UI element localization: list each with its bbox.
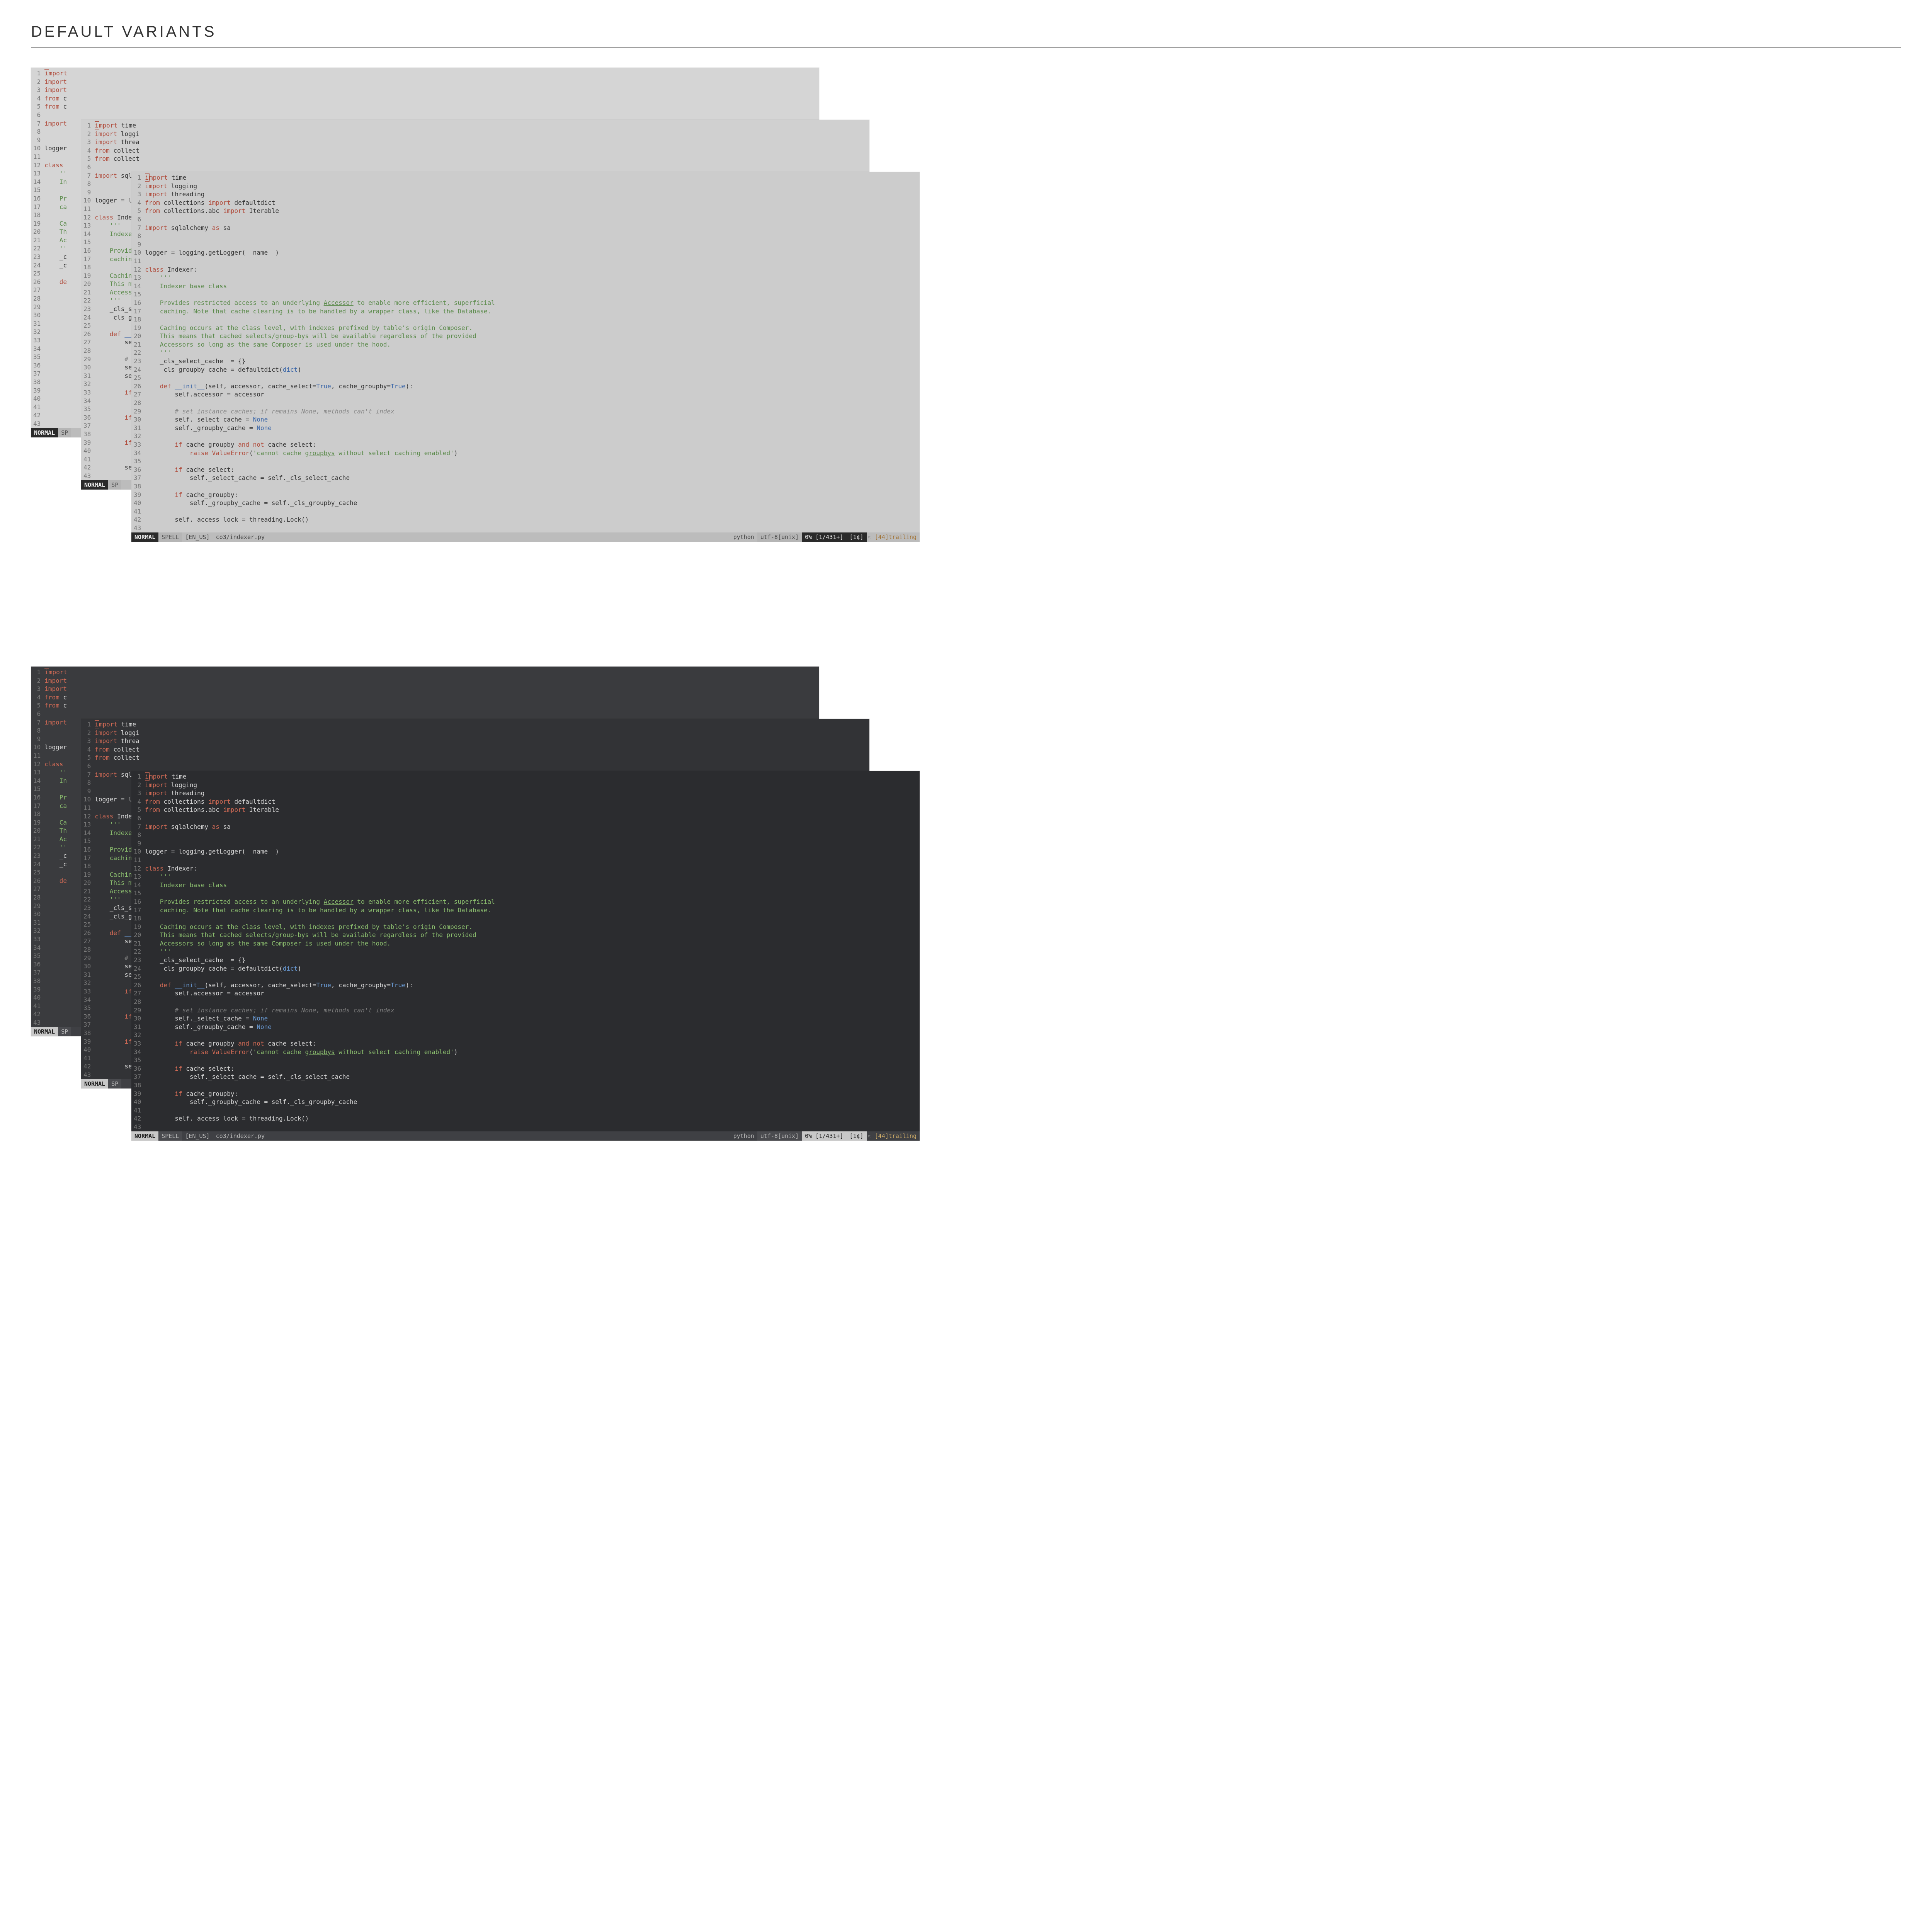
code-area[interactable]: 1 2 3 4 5 6 7 8 9 10 11 12 13 14 15 16 1… (131, 771, 920, 1131)
line-number-gutter: 1 2 3 4 5 6 7 8 9 10 11 12 13 14 15 16 1… (31, 668, 44, 1027)
status-encoding: utf-8[unix] (757, 1131, 802, 1141)
line-number-gutter: 1 2 3 4 5 6 7 8 9 10 11 12 13 14 15 16 1… (31, 69, 44, 428)
status-position: 0% [1/431+] (802, 532, 846, 542)
code-text[interactable]: import time import logging import thread… (145, 772, 920, 1131)
page-title: DEFAULT VARIANTS (31, 23, 1901, 41)
status-trailing: [44]trailing (872, 532, 920, 542)
status-spell: SPELL (158, 532, 182, 542)
status-spell: SPELL (158, 1131, 182, 1141)
status-mode: NORMAL (81, 480, 108, 490)
line-number-gutter: 1 2 3 4 5 6 7 8 9 10 11 12 13 14 15 16 1… (131, 772, 145, 1131)
line-number-gutter: 1 2 3 4 5 6 7 8 9 10 11 12 13 14 15 16 1… (81, 720, 95, 1079)
variant-dark: 1 2 3 4 5 6 7 8 9 10 11 12 13 14 15 16 1… (31, 667, 1901, 1188)
status-encoding: utf-8[unix] (757, 532, 802, 542)
status-lang: [EN_US] (182, 532, 213, 542)
variant-light: 1 2 3 4 5 6 7 8 9 10 11 12 13 14 15 16 1… (31, 68, 1901, 589)
status-file: co3/indexer.py (213, 532, 268, 542)
status-spell: SP (58, 1027, 71, 1037)
status-file: co3/indexer.py (213, 1131, 268, 1141)
status-mode: NORMAL (131, 1131, 158, 1141)
status-col: [1¢] (846, 532, 866, 542)
editor-window: 1 2 3 4 5 6 7 8 9 10 11 12 13 14 15 16 1… (131, 172, 920, 542)
status-spell: SP (108, 1079, 121, 1089)
status-filetype: python (730, 532, 757, 542)
status-mode: NORMAL (31, 1027, 58, 1037)
status-sep: ¤ (867, 1131, 872, 1141)
editor-window: 1 2 3 4 5 6 7 8 9 10 11 12 13 14 15 16 1… (131, 771, 920, 1141)
status-filetype: python (730, 1131, 757, 1141)
variants-root: 1 2 3 4 5 6 7 8 9 10 11 12 13 14 15 16 1… (31, 68, 1901, 1188)
status-col: [1¢] (846, 1131, 866, 1141)
status-position: 0% [1/431+] (802, 1131, 846, 1141)
status-mode: NORMAL (31, 428, 58, 438)
status-trailing: [44]trailing (872, 1131, 920, 1141)
code-area[interactable]: 1 2 3 4 5 6 7 8 9 10 11 12 13 14 15 16 1… (131, 172, 920, 532)
line-number-gutter: 1 2 3 4 5 6 7 8 9 10 11 12 13 14 15 16 1… (81, 121, 95, 480)
status-spell: SP (108, 480, 121, 490)
code-text[interactable]: import time import logging import thread… (145, 173, 920, 532)
line-number-gutter: 1 2 3 4 5 6 7 8 9 10 11 12 13 14 15 16 1… (131, 173, 145, 532)
status-mode: NORMAL (131, 532, 158, 542)
status-bar: NORMAL SPELL [EN_US] co3/indexer.py pyth… (131, 1131, 920, 1141)
status-lang: [EN_US] (182, 1131, 213, 1141)
status-bar: NORMAL SPELL [EN_US] co3/indexer.py pyth… (131, 532, 920, 542)
status-sep: ¤ (867, 532, 872, 542)
status-spell: SP (58, 428, 71, 438)
status-mode: NORMAL (81, 1079, 108, 1089)
